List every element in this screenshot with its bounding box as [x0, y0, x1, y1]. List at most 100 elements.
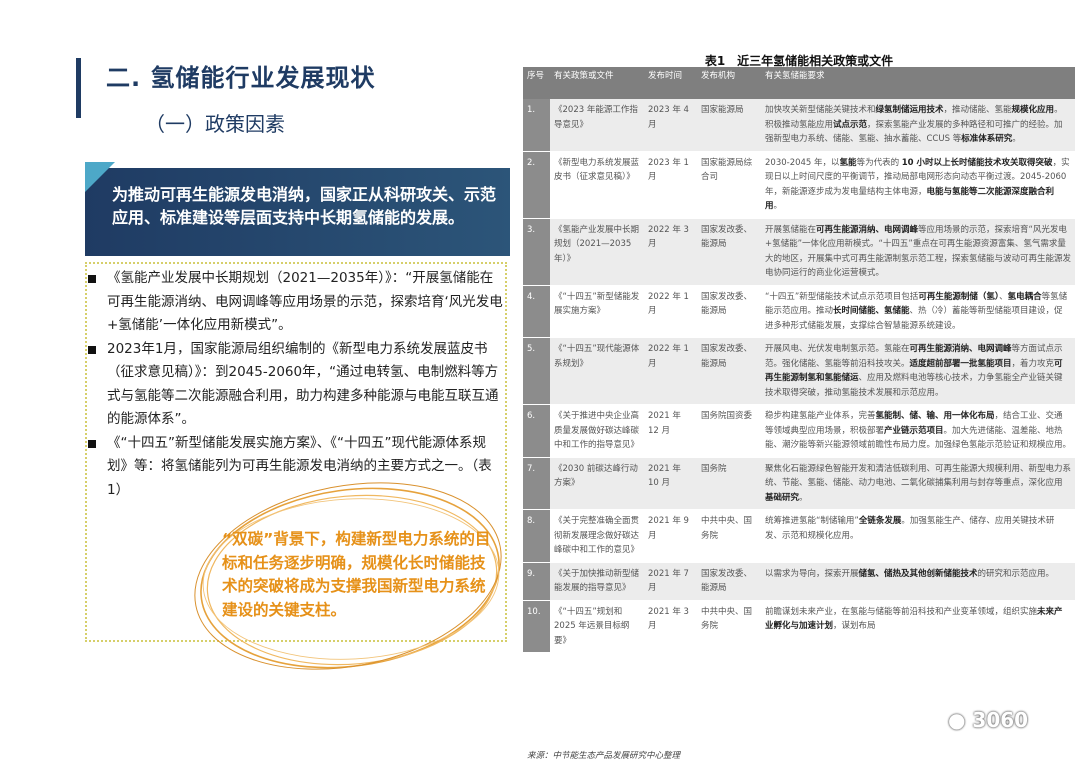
- cell-org: 国家能源局: [697, 99, 761, 152]
- cell-doc: 《2030 前碳达峰行动方案》: [550, 457, 644, 510]
- table-row: 1. 《2023 年能源工作指导意见》 2023 年 4 月国家能源局 加快攻关新型储…: [523, 99, 1075, 152]
- req-bold-segment: 试点示范: [833, 119, 868, 130]
- req-bold-segment: 全链条发展: [858, 516, 902, 526]
- req-segment: 的研究和示范应用。: [977, 568, 1055, 579]
- cell-org: 国家发改委、能源局: [697, 218, 761, 286]
- table-row: 4. 《“十四五”新型储能发展实施方案》 2022 年 1 月国家发改委、能源局 “十…: [523, 285, 1075, 338]
- banner-text: 为推动可再生能源发电消纳，国家正从科研攻关、示范应用、标准建设等层面支持中长期氢…: [112, 185, 497, 227]
- header-req: 有关氢储能要求: [761, 67, 1075, 99]
- cell-org: 国务院: [697, 457, 761, 510]
- square-bullet-icon: [88, 275, 96, 283]
- req-segment: 开展风电、光伏发电制氢示范。氢能在: [765, 344, 910, 354]
- cell-req: 以需求为导向，探索开展储氢、储热及其他创新储能技术的研究和示范应用。: [761, 562, 1075, 601]
- req-bold-segment: 氢能: [839, 157, 857, 168]
- watermark-text: 3060: [972, 708, 1029, 732]
- req-bold-segment: 可再生能源消纳、电网调峰: [816, 224, 919, 235]
- cell-date: 2021 年 9 月: [644, 509, 697, 563]
- req-bold-segment: 标准体系研究: [961, 134, 1013, 144]
- cell-doc: 《关于加快推动新型储能发展的指导意见》: [550, 562, 644, 601]
- req-segment: ，谋划布局: [833, 621, 876, 631]
- req-bold-segment: 基础研究: [765, 492, 800, 503]
- cell-doc: 《关于推进中央企业高质量发展做好碳达峰碳中和工作的指导意见》: [550, 404, 644, 458]
- cell-no: 2.: [523, 151, 550, 219]
- cell-org: 国家发改委、能源局: [697, 337, 761, 405]
- cell-req: “十四五”新型储能技术试点示范项目包括可再生能源制储（氢）、氢电耦合等氢储能示范…: [761, 285, 1075, 338]
- cell-date: 2022 年 1 月: [644, 285, 697, 338]
- section-subtitle: （一）政策因素: [145, 112, 285, 136]
- req-segment: 2030-2045 年，以: [765, 157, 840, 168]
- cell-no: 10.: [523, 600, 550, 653]
- table-row: 5. 《“十四五”现代能源体系规划》 2022 年 1 月国家发改委、能源局 开展风电…: [523, 337, 1075, 405]
- table-row: 3. 《氢能产业发展中长期规划（2021—2035 年）》 2022 年 3 月国家…: [523, 218, 1075, 286]
- header-doc: 有关政策或文件: [550, 67, 644, 99]
- cell-no: 8.: [523, 509, 550, 563]
- req-segment: 统筹推进氢能“制储输用”: [765, 516, 859, 526]
- watermark: ● 3060: [948, 708, 1028, 732]
- cell-no: 1.: [523, 99, 550, 152]
- req-segment: 前瞻谋划未来产业，在氢能与储能等前沿科技和产业变革领域，组织实施: [765, 606, 1038, 617]
- req-segment: “十四五”新型储能技术试点示范项目包括: [765, 291, 919, 302]
- table-source: 来源：中节能生态产品发展研究中心整理: [527, 751, 681, 761]
- req-bold-segment: 规模化应用: [1011, 105, 1055, 115]
- cell-req: 前瞻谋划未来产业，在氢能与储能等前沿科技和产业变革领域，组织实施未来产业孵化与加…: [761, 600, 1075, 653]
- req-bold-segment: 氢电耦合: [1007, 291, 1042, 302]
- section-accent-bar: [76, 58, 81, 118]
- wechat-icon: ●: [948, 708, 966, 732]
- square-bullet-icon: [88, 439, 96, 448]
- square-bullet-icon: [88, 345, 96, 354]
- bullet-text: 2023年1月，国家能源局组织编制的《新型电力系统发展蓝皮书（征求意见稿）》：到…: [107, 340, 499, 428]
- cell-doc: 《氢能产业发展中长期规划（2021—2035 年）》: [550, 218, 644, 286]
- cell-doc: 《新型电力系统发展蓝皮书（征求意见稿）》: [550, 151, 644, 219]
- table-row: 10. 《“十四五”规划和 2025 年远景目标纲要》 2021 年 3 月中共中央…: [523, 600, 1075, 653]
- req-segment: 开展氢储能在: [765, 224, 817, 235]
- table-row: 6. 《关于推进中央企业高质量发展做好碳达峰碳中和工作的指导意见》 2021 年 1…: [523, 404, 1075, 458]
- cell-req: 2030-2045 年，以氢能等为代表的 10 小时以上长时储能技术攻关取得突破…: [761, 151, 1075, 219]
- cell-doc: 《2023 年能源工作指导意见》: [550, 99, 644, 152]
- req-segment: 、: [999, 291, 1008, 302]
- cell-date: 2022 年 1 月: [644, 337, 697, 405]
- req-segment: 。: [799, 492, 808, 503]
- table-row: 7. 《2030 前碳达峰行动方案》 2021 年 10 月国务院 聚焦化石能源绿色智…: [523, 457, 1075, 510]
- req-bold-segment: 储氢、储热及其他创新储能技术: [858, 568, 978, 579]
- cell-doc: 《“十四五”规划和 2025 年远景目标纲要》: [550, 600, 644, 653]
- req-segment: 以需求为导向，探索开展: [765, 568, 859, 579]
- req-segment: 稳步构建氢能产业体系，完善: [765, 411, 876, 421]
- cell-org: 国家发改委、能源局: [697, 562, 761, 601]
- cell-date: 2022 年 3 月: [644, 218, 697, 286]
- table-header-row: 序号 有关政策或文件 发布时间 发布机构 有关氢储能要求: [523, 67, 1075, 99]
- cell-no: 3.: [523, 218, 550, 286]
- table-row: 9. 《关于加快推动新型储能发展的指导意见》 2021 年 7 月国家发改委、能源局…: [523, 562, 1075, 601]
- cell-org: 中共中央、国务院: [697, 600, 761, 653]
- req-segment: 加快攻关新型储能关键技术和: [765, 105, 876, 115]
- cell-date: 2021 年 10 月: [644, 457, 697, 510]
- req-bold-segment: 产业链示范项目: [884, 425, 944, 436]
- cell-org: 国家能源局综合司: [697, 151, 761, 219]
- req-bold-segment: 可再生能源制储（氢）: [918, 291, 1000, 302]
- req-bold-segment: 可再生能源消纳、电网调峰: [909, 344, 1012, 354]
- cell-req: 稳步构建氢能产业体系，完善氢能制、储、输、用一体化布局，结合工业、交通等领域典型…: [761, 404, 1075, 458]
- cell-req: 开展氢储能在可再生能源消纳、电网调峰等应用场景的示范，探索培育“风光发电+氢储能…: [761, 218, 1075, 286]
- cell-req: 统筹推进氢能“制储输用”全链条发展。加强氢能生产、储存、应用关键技术研发、示范和…: [761, 509, 1075, 563]
- req-bold-segment: 氢能制、储、输、用一体化布局: [875, 411, 995, 421]
- req-bold-segment: 适度超前部署一批氢能项目: [909, 358, 1012, 369]
- section-title: 二. 氢储能行业发展现状: [106, 64, 376, 92]
- cell-org: 中共中央、国务院: [697, 509, 761, 563]
- policy-table: 序号 有关政策或文件 发布时间 发布机构 有关氢储能要求 1. 《2023 年能源…: [523, 67, 1075, 653]
- highlight-text: “双碳”背景下，构建新型电力系统的目标和任务逐步明确，规模化长时储能技术的突破将…: [222, 530, 491, 619]
- table-row: 2. 《新型电力系统发展蓝皮书（征求意见稿）》 2023 年 1 月国家能源局综合司…: [523, 151, 1075, 219]
- req-segment: 。: [773, 201, 783, 211]
- cell-date: 2021 年 3 月: [644, 600, 697, 653]
- cell-no: 7.: [523, 457, 550, 510]
- cell-req: 开展风电、光伏发电制氢示范。氢能在可再生能源消纳、电网调峰等方面试点示范。强化储…: [761, 337, 1075, 405]
- cell-no: 6.: [523, 404, 550, 458]
- cell-no: 4.: [523, 285, 550, 338]
- cell-req: 加快攻关新型储能关键技术和绿氢制储运用技术，推动储能、氢能规模化应用。积极推动氢…: [761, 99, 1075, 152]
- header-date: 发布时间: [644, 67, 697, 99]
- cell-doc: 《“十四五”新型储能发展实施方案》: [550, 285, 644, 338]
- bullet-item: 《氢能产业发展中长期规划（2021—2035年）》：“开展氢储能在可再生能源消纳…: [86, 267, 504, 338]
- cell-no: 9.: [523, 562, 550, 601]
- req-bold-segment: 绿氢制储运用技术: [875, 105, 944, 115]
- cell-date: 2021 年 7 月: [644, 562, 697, 601]
- cell-date: 2021 年 12 月: [644, 404, 697, 458]
- cell-org: 国家发改委、能源局: [697, 285, 761, 338]
